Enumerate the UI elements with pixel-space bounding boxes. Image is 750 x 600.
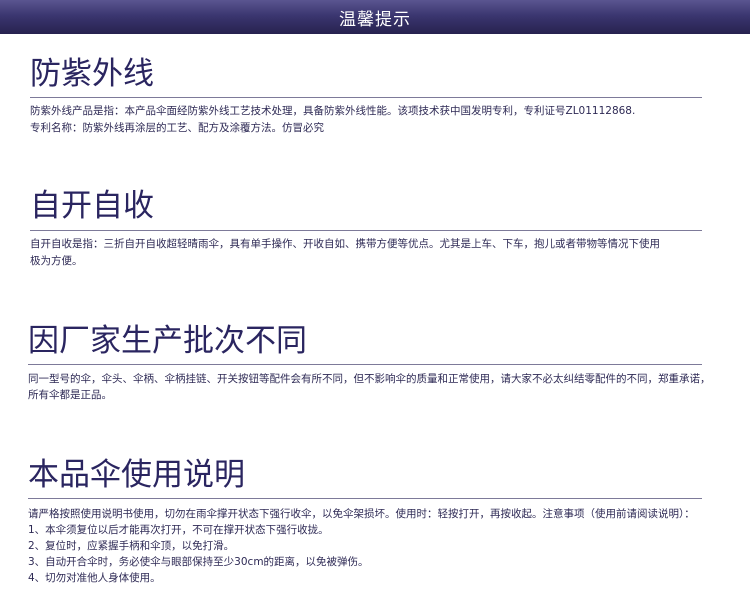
section-title: 防紫外线: [30, 56, 154, 92]
section-text-line: 4、切勿对准他人身体使用。: [28, 572, 161, 584]
section-text-line: 极为方便。: [30, 255, 83, 267]
section-divider: [30, 230, 702, 231]
section-text-line: 自开自收是指：三折自开自收超轻晴雨伞，具有单手操作、开收自如、携带方便等优点。尤…: [30, 238, 660, 250]
section-divider: [28, 498, 702, 499]
header-bar: 温馨提示: [0, 0, 750, 34]
section-text-line: 1、本伞须复位以后才能再次打开，不可在撑开状态下强行收拢。: [28, 524, 329, 536]
header-title: 温馨提示: [339, 9, 411, 30]
section-title: 本品伞使用说明: [28, 457, 245, 493]
section-text-line: 专利名称：防紫外线再涂层的工艺、配方及涂覆方法。仿冒必究: [30, 122, 324, 134]
section-text-line: 2、复位时，应紧握手柄和伞顶，以免打滑。: [28, 540, 235, 552]
section-text-line: 所有伞都是正品。: [28, 389, 112, 401]
section-text-line: 3、自动开合伞时，务必使伞与眼部保持至少30cm的距离，以免被弹伤。: [28, 556, 369, 568]
section-text-line: 同一型号的伞，伞头、伞柄、伞柄挂链、开关按钮等配件会有所不同，但不影响伞的质量和…: [28, 373, 711, 385]
section-title: 自开自收: [30, 188, 154, 224]
section-text-line: 防紫外线产品是指：本产品伞面经防紫外线工艺技术处理，具备防紫外线性能。该项技术获…: [30, 105, 636, 117]
section-divider: [30, 97, 702, 98]
section-text-line: 请严格按照使用说明书使用，切勿在雨伞撑开状态下强行收伞，以免伞架损坏。使用时：轻…: [28, 508, 695, 520]
section-title: 因厂家生产批次不同: [28, 323, 307, 359]
section-divider: [28, 364, 702, 365]
